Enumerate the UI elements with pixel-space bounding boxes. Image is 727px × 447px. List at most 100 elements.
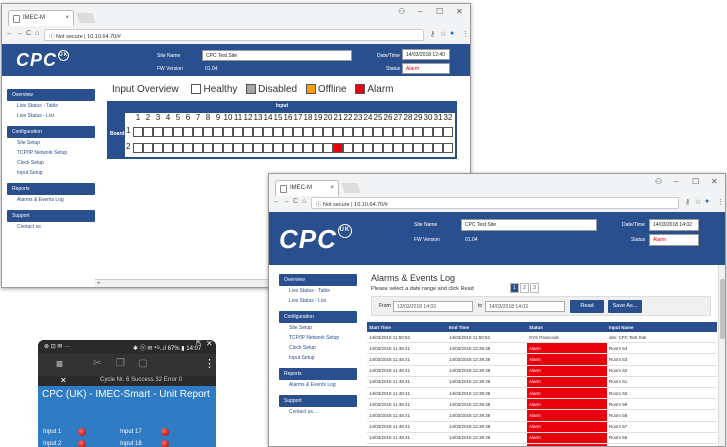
- close-tab-icon[interactable]: ×: [65, 15, 69, 21]
- sidebar-alarms-log[interactable]: Alarms & Events Log: [279, 380, 357, 390]
- cut-icon[interactable]: ✂: [93, 358, 101, 369]
- input-cell[interactable]: [323, 127, 333, 137]
- input-cell[interactable]: [343, 127, 353, 137]
- vertical-scrollbar[interactable]: [718, 265, 725, 446]
- sidebar-live-list[interactable]: Live Status - List: [7, 111, 95, 121]
- reload-icon[interactable]: C: [293, 198, 298, 205]
- table-row[interactable]: 14/03/2018 11:48:4114/03/2018 12:39:38Al…: [367, 376, 717, 388]
- input-cell[interactable]: [293, 127, 303, 137]
- table-row[interactable]: 14/03/2018 11:48:4114/03/2018 12:39:38Al…: [367, 432, 717, 444]
- reload-icon[interactable]: C: [26, 30, 31, 37]
- input-cell[interactable]: [413, 143, 423, 153]
- sidebar-input-setup[interactable]: Input Setup: [7, 168, 95, 178]
- input-cell[interactable]: [303, 127, 313, 137]
- col-start-time[interactable]: Start Time: [367, 322, 447, 332]
- input-cell[interactable]: [373, 127, 383, 137]
- input-cell[interactable]: [303, 143, 313, 153]
- scrollbar-thumb[interactable]: [720, 279, 725, 339]
- table-row[interactable]: 14/03/2018 11:48:4114/03/2018 12:39:38Al…: [367, 398, 717, 411]
- input-cell[interactable]: [223, 143, 233, 153]
- input-cell[interactable]: [273, 143, 283, 153]
- input-cell[interactable]: [363, 127, 373, 137]
- menu-icon[interactable]: ⋮: [717, 198, 724, 206]
- input-cell[interactable]: [363, 143, 373, 153]
- close-window-icon[interactable]: ✕: [711, 177, 718, 186]
- table-row[interactable]: 14/03/2018 11:48:4114/03/2018 12:39:38Al…: [367, 353, 717, 366]
- table-row[interactable]: 14/03/2018 11:48:4114/03/2018 12:39:38Al…: [367, 443, 717, 446]
- browser-tab[interactable]: IMEC-M ×: [275, 180, 339, 196]
- address-bar[interactable]: ⓘ Not secure | 10.10.64.70/#: [311, 197, 679, 209]
- table-row[interactable]: 14/03/2018 11:48:4114/03/2018 12:39:38Al…: [367, 342, 717, 355]
- input-cell[interactable]: [213, 127, 223, 137]
- input-cell[interactable]: [203, 127, 213, 137]
- profile-icon[interactable]: ⚇: [398, 7, 405, 16]
- input-cell[interactable]: [263, 127, 273, 137]
- hamburger-menu-icon[interactable]: ≡: [56, 357, 63, 371]
- key-icon[interactable]: ⚷: [685, 198, 690, 206]
- input-cell[interactable]: [293, 143, 303, 153]
- input-cell[interactable]: [223, 127, 233, 137]
- input-cell[interactable]: [143, 143, 153, 153]
- new-tab-button[interactable]: [76, 13, 96, 23]
- table-row[interactable]: 14/03/2018 11:48:4114/03/2018 12:39:38Al…: [367, 421, 717, 433]
- input-cell[interactable]: [353, 143, 363, 153]
- input-cell[interactable]: [253, 127, 263, 137]
- input-cell[interactable]: [423, 143, 433, 153]
- collapse-icon[interactable]: ✕: [60, 376, 67, 385]
- to-date-input[interactable]: 14/03/2018 14:03: [485, 301, 565, 312]
- input-cell[interactable]: [243, 143, 253, 153]
- sidebar-tcpip[interactable]: TCP/IP Network Setup: [7, 148, 95, 158]
- input-cell[interactable]: [143, 127, 153, 137]
- input-cell[interactable]: [243, 127, 253, 137]
- input-cell[interactable]: [153, 127, 163, 137]
- minimize-icon[interactable]: –: [674, 177, 678, 186]
- sidebar-live-table[interactable]: Live Status - Table: [279, 286, 357, 296]
- input-cell[interactable]: [323, 143, 333, 153]
- sidebar-site-setup[interactable]: Site Setup: [7, 138, 95, 148]
- sidebar-contact[interactable]: Contact us...: [279, 407, 357, 417]
- page-3-button[interactable]: 3: [530, 283, 539, 293]
- sidebar-alarms-log[interactable]: Alarms & Events Log: [7, 195, 95, 205]
- copy-icon[interactable]: ❐: [116, 358, 125, 369]
- input-cell[interactable]: [193, 127, 203, 137]
- input-cell[interactable]: [353, 127, 363, 137]
- star-icon[interactable]: ☆: [440, 30, 446, 38]
- extension-icon[interactable]: ●: [450, 30, 454, 37]
- input-cell[interactable]: [433, 143, 443, 153]
- col-status[interactable]: Status: [527, 322, 607, 332]
- input-cell[interactable]: [383, 143, 393, 153]
- input-cell[interactable]: [233, 127, 243, 137]
- back-icon[interactable]: ←: [273, 198, 280, 205]
- input-cell[interactable]: [183, 127, 193, 137]
- input-cell[interactable]: [153, 143, 163, 153]
- input-cell[interactable]: [283, 143, 293, 153]
- paste-icon[interactable]: ▢: [138, 358, 147, 369]
- input-cell[interactable]: [393, 143, 403, 153]
- sidebar-support[interactable]: Support: [7, 210, 95, 222]
- address-bar[interactable]: ⓘ Not secure | 10.10.64.70/#: [44, 29, 424, 41]
- col-end-time[interactable]: End Time: [447, 322, 527, 332]
- input-cell[interactable]: [163, 143, 173, 153]
- input-cell[interactable]: [443, 127, 453, 137]
- input-cell[interactable]: [413, 127, 423, 137]
- input-cell[interactable]: [133, 143, 143, 153]
- sidebar-contact[interactable]: Contact us: [7, 222, 95, 232]
- input-cell[interactable]: [173, 143, 183, 153]
- input-cell[interactable]: [133, 127, 143, 137]
- table-row[interactable]: 14/03/2018 11:48:4114/03/2018 12:39:38Al…: [367, 409, 717, 422]
- close-icon[interactable]: ✕: [206, 340, 213, 348]
- sidebar-configuration[interactable]: Configuration: [7, 126, 95, 138]
- expand-icon[interactable]: ⇱: [196, 340, 202, 347]
- input-cell[interactable]: [313, 127, 323, 137]
- input-cell[interactable]: [263, 143, 273, 153]
- maximize-icon[interactable]: ☐: [436, 7, 443, 16]
- input-cell[interactable]: [333, 143, 343, 153]
- input-cell[interactable]: [433, 127, 443, 137]
- sidebar-reports[interactable]: Reports: [279, 368, 357, 380]
- input-cell[interactable]: [373, 143, 383, 153]
- save-as-button[interactable]: Save As...: [608, 300, 642, 313]
- sidebar-input-setup[interactable]: Input Setup: [279, 353, 357, 363]
- sidebar-clock[interactable]: Clock Setup: [7, 158, 95, 168]
- input-cell[interactable]: [313, 143, 323, 153]
- input-cell[interactable]: [443, 143, 453, 153]
